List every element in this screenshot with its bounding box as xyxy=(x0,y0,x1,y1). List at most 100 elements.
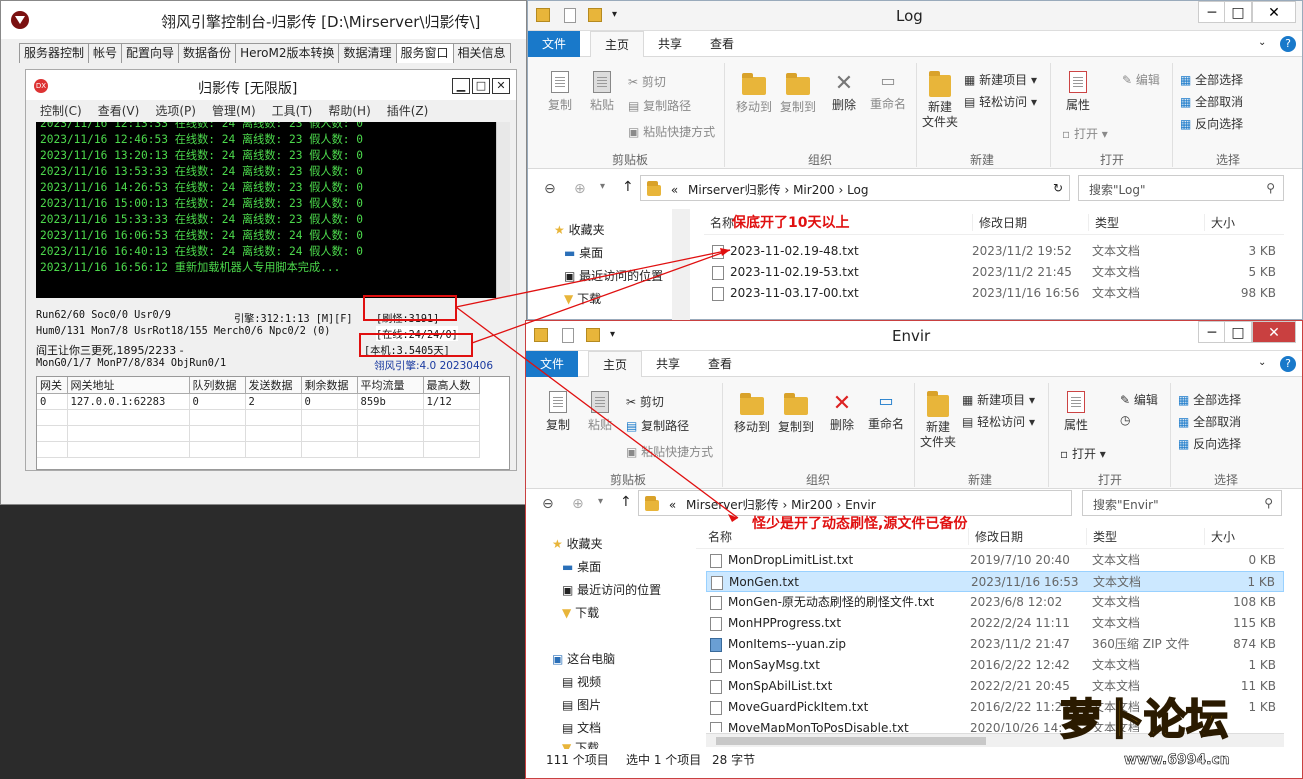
close-button[interactable]: ✕ xyxy=(1252,1,1296,23)
chevron-down-icon[interactable]: ⌄ xyxy=(1258,37,1266,48)
close-button[interactable]: ✕ xyxy=(1252,321,1296,343)
copy-button[interactable]: 复制 xyxy=(542,71,578,113)
forward-icon[interactable]: ⊕ xyxy=(574,181,586,197)
chevron-down-icon[interactable]: ⌄ xyxy=(1258,357,1266,368)
breadcrumb-item[interactable]: Mirserver归影传 xyxy=(686,498,779,512)
tab-server-control[interactable]: 服务器控制 xyxy=(19,43,90,63)
nav-recent[interactable]: ▣ 最近访问的位置 xyxy=(564,267,663,284)
easy-access-button[interactable]: ▤ 轻松访问 ▾ xyxy=(962,413,1035,430)
nav-recent[interactable]: ▣ 最近访问的位置 xyxy=(562,581,661,598)
breadcrumb-item[interactable]: Mir200 xyxy=(793,183,835,197)
col-type[interactable]: 类型 xyxy=(1086,528,1117,545)
breadcrumb-item[interactable]: Envir xyxy=(845,498,876,512)
col-max-users[interactable]: 最高人数 xyxy=(423,377,480,394)
copy-to-button[interactable]: 复制到 xyxy=(776,71,820,115)
file-row[interactable]: 2023-11-03.17-00.txt 2023/11/16 16:56 文本… xyxy=(710,283,1284,304)
file-row[interactable]: MonDropLimitList.txt 2019/7/10 20:40 文本文… xyxy=(706,550,1284,571)
col-name[interactable]: 名称 xyxy=(708,528,732,545)
col-date[interactable]: 修改日期 xyxy=(972,214,1027,231)
nav-desktop[interactable]: ▬ 桌面 xyxy=(564,244,603,261)
select-none-button[interactable]: ▦ 全部取消 xyxy=(1178,413,1241,430)
maximize-button[interactable]: □ xyxy=(1224,1,1252,23)
back-icon[interactable]: ⊖ xyxy=(542,496,554,512)
minimize-button[interactable]: ─ xyxy=(1198,1,1226,23)
menu-help[interactable]: 帮助(H) xyxy=(328,104,370,118)
select-none-button[interactable]: ▦ 全部取消 xyxy=(1180,93,1243,110)
chevron-down-icon[interactable]: ▾ xyxy=(598,496,603,507)
easy-access-button[interactable]: ▤ 轻松访问 ▾ xyxy=(964,93,1037,110)
forward-icon[interactable]: ⊕ xyxy=(572,496,584,512)
col-name[interactable]: 名称 xyxy=(710,214,734,231)
col-gateway[interactable]: 网关 xyxy=(37,377,68,394)
tab-herom2-convert[interactable]: HeroM2版本转换 xyxy=(235,43,340,63)
maximize-button[interactable]: □ xyxy=(472,78,490,94)
col-address[interactable]: 网关地址 xyxy=(67,377,190,394)
tab-home[interactable]: 主页 xyxy=(588,351,643,377)
minimize-button[interactable]: ─ xyxy=(1198,321,1226,343)
delete-button[interactable]: ✕ 删除 xyxy=(824,391,860,433)
nav-downloads-2[interactable]: ▼ 下载 xyxy=(562,739,599,749)
col-date[interactable]: 修改日期 xyxy=(968,528,1023,545)
copy-path-button[interactable]: ▤ 复制路径 xyxy=(628,97,691,114)
properties-icon[interactable] xyxy=(564,8,576,23)
new-folder-icon[interactable] xyxy=(588,8,602,22)
scrollbar-thumb[interactable] xyxy=(716,737,986,745)
copy-path-button[interactable]: ▤ 复制路径 xyxy=(626,417,689,434)
col-size[interactable]: 大小 xyxy=(1204,528,1235,545)
tab-share[interactable]: 共享 xyxy=(642,351,694,377)
breadcrumb-item[interactable]: Mir200 xyxy=(791,498,833,512)
tab-service-window[interactable]: 服务窗口 xyxy=(395,43,454,63)
tab-data-clean[interactable]: 数据清理 xyxy=(338,43,397,63)
file-row-selected[interactable]: MonGen.txt 2023/11/16 16:53 文本文档 1 KB xyxy=(706,571,1284,592)
file-row[interactable]: MonGen-原无动态刷怪的刷怪文件.txt 2023/6/8 12:02 文本… xyxy=(706,592,1284,613)
edit-button[interactable]: ✎ 编辑 xyxy=(1122,71,1160,88)
search-input[interactable]: 搜索"Log" ⚲ xyxy=(1078,175,1284,201)
close-button[interactable]: ✕ xyxy=(492,78,510,94)
history-button[interactable]: ◷ xyxy=(1120,413,1130,427)
menu-plugins[interactable]: 插件(Z) xyxy=(387,104,429,118)
new-item-button[interactable]: ▦ 新建项目 ▾ xyxy=(964,71,1037,88)
address-bar[interactable]: « Mirserver归影传 › Mir200 › Log ↻ xyxy=(640,175,1070,201)
back-icon[interactable]: ⊖ xyxy=(544,181,556,197)
tab-account[interactable]: 帐号 xyxy=(88,43,123,63)
delete-button[interactable]: ✕ 删除 xyxy=(826,71,862,113)
open-button[interactable]: ▫ 打开 ▾ xyxy=(1060,445,1106,462)
chevron-down-icon[interactable]: ▾ xyxy=(610,329,615,340)
select-all-button[interactable]: ▦ 全部选择 xyxy=(1178,391,1241,408)
col-size[interactable]: 大小 xyxy=(1204,214,1235,231)
col-type[interactable]: 类型 xyxy=(1088,214,1119,231)
move-to-button[interactable]: 移动到 xyxy=(732,71,776,115)
nav-scrollbar[interactable] xyxy=(672,209,690,321)
file-row[interactable]: MonItems--yuan.zip 2023/11/2 21:47 360压缩… xyxy=(706,634,1284,655)
tab-home[interactable]: 主页 xyxy=(590,31,645,57)
tab-view[interactable]: 查看 xyxy=(696,31,748,57)
help-icon[interactable]: ? xyxy=(1280,36,1296,52)
nav-favorites[interactable]: ★ 收藏夹 xyxy=(552,535,603,552)
file-row[interactable]: MonHPProgress.txt 2022/2/24 11:11 文本文档 1… xyxy=(706,613,1284,634)
up-icon[interactable]: ↑ xyxy=(620,494,632,510)
minimize-button[interactable]: ▁ xyxy=(452,78,470,94)
rename-button[interactable]: ▭ 重命名 xyxy=(866,71,910,112)
tab-share[interactable]: 共享 xyxy=(644,31,696,57)
tab-view[interactable]: 查看 xyxy=(694,351,746,377)
nav-this-pc[interactable]: ▣ 这台电脑 xyxy=(552,650,615,667)
file-row[interactable]: 2023-11-02.19-48.txt 2023/11/2 19:52 文本文… xyxy=(710,241,1284,262)
new-folder-button[interactable]: 新建 文件夹 xyxy=(920,69,960,130)
properties-button[interactable]: 属性 xyxy=(1058,71,1098,113)
col-queue[interactable]: 队列数据 xyxy=(189,377,246,394)
tab-file[interactable]: 文件 xyxy=(526,351,579,377)
nav-pictures[interactable]: ▤ 图片 xyxy=(562,696,601,713)
paste-shortcut-button[interactable]: ▣ 粘贴快捷方式 xyxy=(628,123,715,140)
copy-to-button[interactable]: 复制到 xyxy=(774,391,818,435)
rename-button[interactable]: ▭ 重命名 xyxy=(864,391,908,432)
nav-downloads[interactable]: ▼ 下载 xyxy=(562,604,599,621)
table-row[interactable]: 0 127.0.0.1:62283 0 2 0 859b 1/12 xyxy=(37,393,480,410)
open-button[interactable]: ▫ 打开 ▾ xyxy=(1062,125,1108,142)
maximize-button[interactable]: □ xyxy=(1224,321,1252,343)
file-row[interactable]: MonSayMsg.txt 2016/2/22 12:42 文本文档 1 KB xyxy=(706,655,1284,676)
paste-button[interactable]: 粘贴 xyxy=(582,391,618,433)
paste-shortcut-button[interactable]: ▣ 粘贴快捷方式 xyxy=(626,443,713,460)
new-item-button[interactable]: ▦ 新建项目 ▾ xyxy=(962,391,1035,408)
breadcrumb-item[interactable]: Mirserver归影传 xyxy=(688,183,781,197)
cut-button[interactable]: ✂ 剪切 xyxy=(626,393,664,410)
